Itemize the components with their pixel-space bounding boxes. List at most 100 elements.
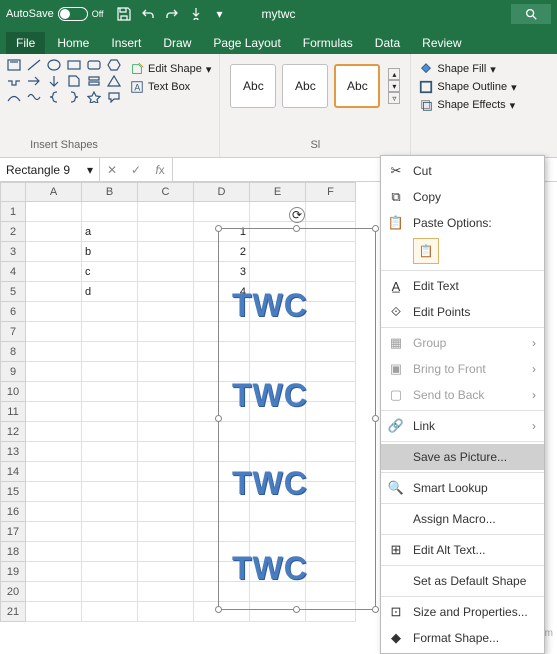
shape-star-icon[interactable] xyxy=(86,90,102,104)
cell[interactable] xyxy=(138,602,194,622)
shape-triangle-icon[interactable] xyxy=(106,74,122,88)
resize-handle[interactable] xyxy=(293,225,300,232)
cell[interactable] xyxy=(26,422,82,442)
shape-effects-button[interactable]: Shape Effects▾ xyxy=(419,98,516,112)
row-header[interactable]: 7 xyxy=(0,322,26,342)
cell[interactable] xyxy=(82,582,138,602)
tab-file[interactable]: File xyxy=(6,32,45,54)
select-all-corner[interactable] xyxy=(0,182,26,202)
cell[interactable] xyxy=(138,402,194,422)
row-header[interactable]: 19 xyxy=(0,562,26,582)
shape-textbox-icon[interactable] xyxy=(6,58,22,72)
tab-home[interactable]: Home xyxy=(47,32,99,54)
cell[interactable] xyxy=(138,482,194,502)
ctx-edit-points[interactable]: ⟐Edit Points xyxy=(381,299,544,325)
ctx-smart-lookup[interactable]: 🔍Smart Lookup xyxy=(381,475,544,501)
tab-insert[interactable]: Insert xyxy=(101,32,151,54)
cell[interactable] xyxy=(138,542,194,562)
shape-fill-button[interactable]: Shape Fill▾ xyxy=(419,62,516,76)
cell[interactable] xyxy=(138,342,194,362)
name-box-dropdown-icon[interactable]: ▾ xyxy=(87,163,93,177)
redo-icon[interactable] xyxy=(164,6,180,22)
autosave-toggle[interactable]: AutoSave Off xyxy=(6,7,104,21)
row-header[interactable]: 16 xyxy=(0,502,26,522)
ctx-size-properties[interactable]: ⊡Size and Properties... xyxy=(381,599,544,625)
cell[interactable] xyxy=(82,302,138,322)
cell[interactable] xyxy=(26,542,82,562)
cell[interactable] xyxy=(138,362,194,382)
row-header[interactable]: 5 xyxy=(0,282,26,302)
cell[interactable] xyxy=(82,542,138,562)
shape-rect-icon[interactable] xyxy=(66,58,82,72)
col-B[interactable]: B xyxy=(82,182,138,202)
ctx-set-default-shape[interactable]: Set as Default Shape xyxy=(381,568,544,594)
row-header[interactable]: 9 xyxy=(0,362,26,382)
cell[interactable] xyxy=(26,322,82,342)
undo-icon[interactable] xyxy=(140,6,156,22)
resize-handle[interactable] xyxy=(372,606,379,613)
search-button[interactable] xyxy=(511,4,551,24)
cell[interactable] xyxy=(138,422,194,442)
cell[interactable] xyxy=(82,522,138,542)
cell[interactable] xyxy=(82,462,138,482)
tab-page-layout[interactable]: Page Layout xyxy=(203,32,290,54)
ctx-edit-alt-text[interactable]: ⊞Edit Alt Text... xyxy=(381,537,544,563)
resize-handle[interactable] xyxy=(372,225,379,232)
shapes-gallery[interactable] xyxy=(6,58,122,104)
cell[interactable] xyxy=(82,442,138,462)
cell[interactable] xyxy=(138,282,194,302)
qat-dropdown-icon[interactable]: ▾ xyxy=(212,6,228,22)
cell[interactable] xyxy=(82,402,138,422)
row-header[interactable]: 4 xyxy=(0,262,26,282)
shape-callout-icon[interactable] xyxy=(106,90,122,104)
shape-style-2[interactable]: Abc xyxy=(282,64,328,108)
cell[interactable] xyxy=(26,282,82,302)
shape-style-1[interactable]: Abc xyxy=(230,64,276,108)
cell[interactable] xyxy=(82,562,138,582)
cell[interactable] xyxy=(138,302,194,322)
cell[interactable] xyxy=(306,202,356,222)
shape-line-icon[interactable] xyxy=(26,58,42,72)
ctx-format-shape[interactable]: ◆Format Shape... xyxy=(381,625,544,651)
cell[interactable] xyxy=(26,562,82,582)
cell[interactable] xyxy=(82,482,138,502)
fx-icon[interactable]: fx xyxy=(148,163,172,177)
row-header[interactable]: 1 xyxy=(0,202,26,222)
cell[interactable] xyxy=(138,242,194,262)
cell[interactable]: a xyxy=(82,222,138,242)
row-header[interactable]: 20 xyxy=(0,582,26,602)
cell[interactable]: c xyxy=(82,262,138,282)
resize-handle[interactable] xyxy=(215,225,222,232)
cell[interactable] xyxy=(26,522,82,542)
row-header[interactable]: 17 xyxy=(0,522,26,542)
row-header[interactable]: 8 xyxy=(0,342,26,362)
cell[interactable] xyxy=(26,442,82,462)
cell[interactable] xyxy=(138,462,194,482)
row-header[interactable]: 6 xyxy=(0,302,26,322)
touch-mode-icon[interactable] xyxy=(188,6,204,22)
cell[interactable] xyxy=(26,382,82,402)
cancel-icon[interactable]: ✕ xyxy=(100,163,124,177)
cell[interactable] xyxy=(138,222,194,242)
ctx-cut[interactable]: ✂Cut xyxy=(381,158,544,184)
shape-flowchart-icon[interactable] xyxy=(86,74,102,88)
save-icon[interactable] xyxy=(116,6,132,22)
ctx-save-as-picture[interactable]: Save as Picture... xyxy=(381,444,544,470)
shape-hexagon-icon[interactable] xyxy=(106,58,122,72)
tab-data[interactable]: Data xyxy=(365,32,410,54)
shape-freeform-icon[interactable] xyxy=(26,90,42,104)
cell[interactable] xyxy=(82,342,138,362)
ctx-link[interactable]: 🔗Link› xyxy=(381,413,544,439)
paste-option-button[interactable]: 📋 xyxy=(413,238,439,264)
cell[interactable] xyxy=(26,362,82,382)
cell[interactable] xyxy=(26,242,82,262)
shape-connector-icon[interactable] xyxy=(6,74,22,88)
ctx-copy[interactable]: ⧉Copy xyxy=(381,184,544,210)
shape-style-gallery[interactable]: Abc Abc Abc ▴▾▿ xyxy=(226,58,404,114)
resize-handle[interactable] xyxy=(293,606,300,613)
tab-draw[interactable]: Draw xyxy=(153,32,201,54)
cell[interactable] xyxy=(138,322,194,342)
shape-brace2-icon[interactable] xyxy=(66,90,82,104)
cell[interactable] xyxy=(194,202,250,222)
wordart-shape[interactable]: TWC xyxy=(232,287,308,324)
